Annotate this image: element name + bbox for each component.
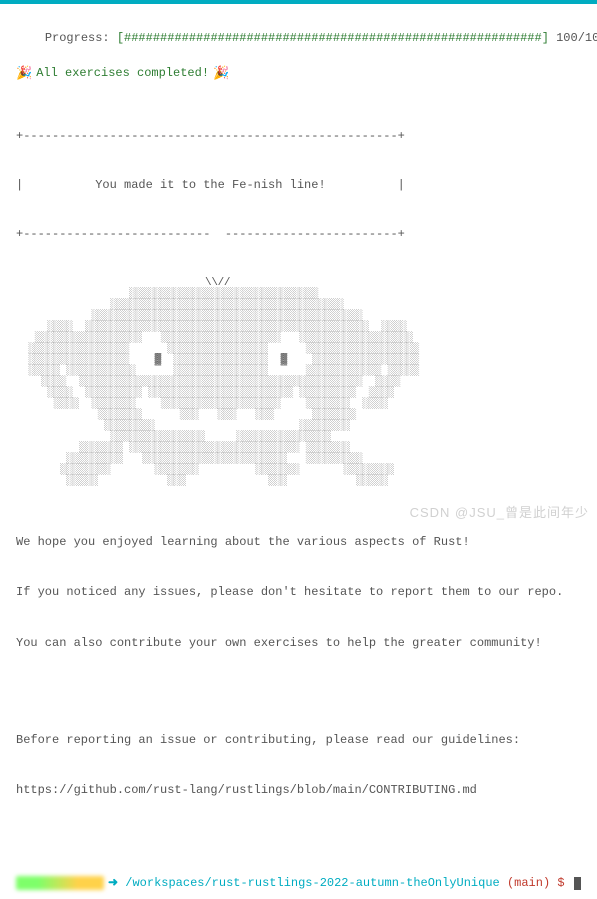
footer-line-4: Before reporting an issue or contributin… — [16, 732, 581, 748]
footer-line-1: We hope you enjoyed learning about the v… — [16, 534, 581, 550]
footer-line-2: If you noticed any issues, please don't … — [16, 584, 581, 600]
terminal-output: Progress: [#############################… — [0, 4, 597, 899]
watermark-text: CSDN @JSU_曾是此间年少 — [410, 504, 589, 522]
banner-message: | You made it to the Fe-nish line! | — [16, 177, 581, 193]
prompt-branch: (main) — [507, 875, 557, 891]
footer-line-3: You can also contribute your own exercis… — [16, 635, 581, 651]
progress-label: Progress: — [45, 31, 117, 45]
party-emoji: 🎉 — [16, 65, 32, 83]
footer-line-5: https://github.com/rust-lang/rustlings/b… — [16, 782, 581, 798]
banner-top: +---------------------------------------… — [16, 128, 581, 144]
completed-line: 🎉 All exercises completed! 🎉 — [16, 65, 581, 83]
ferris-ascii-art: \\// ░░░░░░░░░░░░░░░░░░░░░░░░░░░░░░ ░░░░… — [16, 278, 581, 487]
completed-text: All exercises completed! — [36, 65, 209, 81]
banner-box: +---------------------------------------… — [16, 96, 581, 274]
progress-bar: [#######################################… — [117, 31, 549, 45]
progress-count: 100/100 — [549, 31, 597, 45]
banner-bottom: +-------------------------- ------------… — [16, 226, 581, 242]
progress-line: Progress: [#############################… — [16, 14, 581, 63]
party-emoji: 🎉 — [213, 65, 229, 83]
prompt-cwd: /workspaces/rust-rustlings-2022-autumn-t… — [125, 875, 507, 891]
prompt-arrow-icon: ➜ — [108, 875, 125, 891]
prompt-user-blurred — [16, 876, 104, 890]
cursor-icon — [574, 877, 581, 890]
shell-prompt[interactable]: ➜ /workspaces/rust-rustlings-2022-autumn… — [16, 875, 581, 891]
prompt-dollar: $ — [557, 875, 571, 891]
